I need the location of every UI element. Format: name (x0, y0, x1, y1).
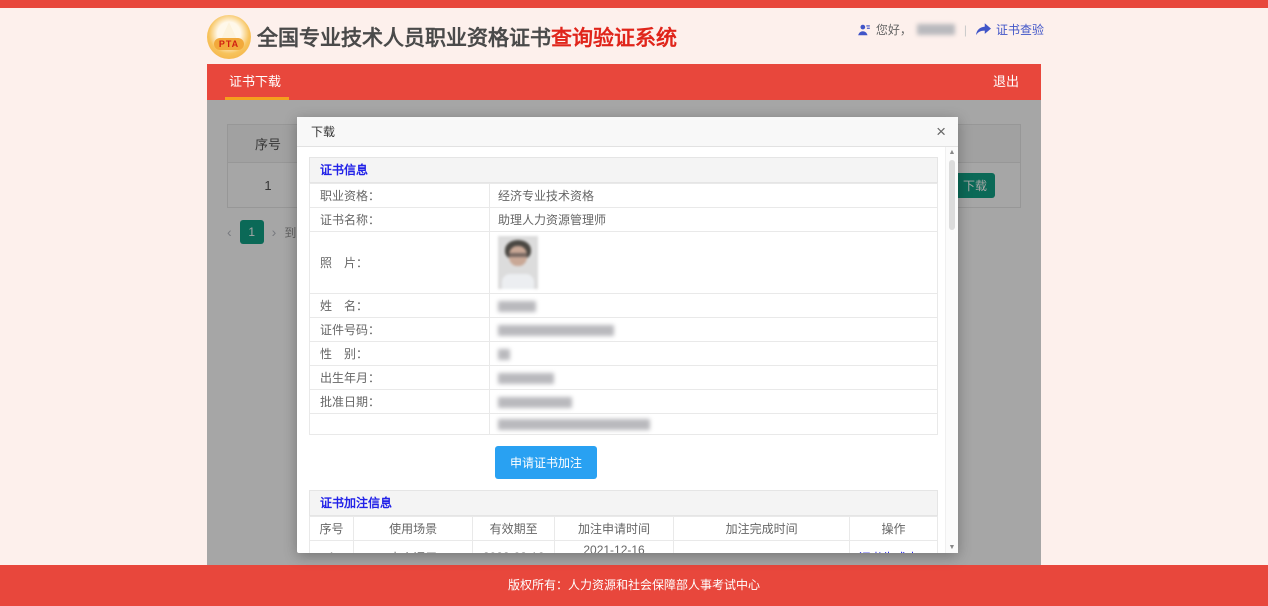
col-no: 序号 (310, 517, 354, 541)
col-scenario: 使用场景 (353, 517, 472, 541)
separator: | (964, 23, 967, 37)
field-label: 批准日期： (310, 390, 490, 414)
field-row-id-number: 证件号码： (310, 318, 938, 342)
main-navbar: 证书下载 退出 (207, 64, 1041, 100)
gender-value-redacted (498, 349, 510, 360)
site-title-accent: 查询验证系统 (551, 22, 677, 52)
anno-apply-time: 2021-12-16 10:53:02 (554, 541, 673, 554)
field-label: 姓 名： (310, 294, 490, 318)
top-accent-strip (0, 0, 1268, 8)
annotation-data-row: 1 本人调用 2022-03-16 2021-12-16 10:53:02 证书… (310, 541, 938, 554)
id-photo (498, 236, 538, 289)
apply-annotation-button[interactable]: 申请证书加注 (495, 446, 597, 479)
field-label: 性 别： (310, 342, 490, 366)
copyright-text: 版权所有：人力资源和社会保障部人事考试中心 (508, 578, 760, 592)
field-row-issuing-org (310, 414, 938, 435)
cert-generating-link[interactable]: 证书生成中... (850, 541, 938, 554)
scroll-up-icon[interactable]: ▲ (946, 149, 958, 156)
field-row-birth: 出生年月： (310, 366, 938, 390)
field-row-photo: 照 片： (310, 232, 938, 294)
logo-pta-text: PTA (214, 38, 244, 50)
annotation-section-title: 证书加注信息 (309, 490, 938, 516)
share-arrow-icon[interactable] (976, 23, 991, 36)
dialog-body: 证书信息 职业资格： 经济专业技术资格 证书名称： 助理人力资源管理师 照 片： (297, 147, 958, 553)
approval-date-value-redacted (498, 397, 572, 408)
tab-cert-download[interactable]: 证书下载 (207, 64, 303, 100)
scrollbar-thumb[interactable] (949, 160, 955, 230)
cert-info-section-title: 证书信息 (309, 157, 938, 183)
id-number-value-redacted (498, 325, 614, 336)
field-label: 出生年月： (310, 366, 490, 390)
field-value: 经济专业技术资格 (490, 184, 938, 208)
anno-scenario: 本人调用 (353, 541, 472, 554)
col-action: 操作 (850, 517, 938, 541)
col-apply-time: 加注申请时间 (554, 517, 673, 541)
name-value-redacted (498, 301, 536, 312)
annotation-header-row: 序号 使用场景 有效期至 加注申请时间 加注完成时间 操作 (310, 517, 938, 541)
field-value: 助理人力资源管理师 (490, 208, 938, 232)
field-row-name: 姓 名： (310, 294, 938, 318)
download-dialog: 下载 × 证书信息 职业资格： 经济专业技术资格 证书名称： 助理人力资源管理师… (297, 117, 958, 553)
cert-info-table: 职业资格： 经济专业技术资格 证书名称： 助理人力资源管理师 照 片： (309, 183, 938, 435)
field-label: 职业资格： (310, 184, 490, 208)
dialog-header: 下载 × (297, 117, 958, 147)
field-label: 照 片： (310, 232, 490, 294)
pta-logo-icon: PTA (207, 15, 251, 59)
col-valid-until: 有效期至 (473, 517, 555, 541)
site-title: 全国专业技术人员职业资格证书 (257, 22, 551, 52)
field-row-gender: 性 别： (310, 342, 938, 366)
user-bar: 您好， | 证书查验 (857, 21, 1044, 38)
anno-complete-time (674, 541, 850, 554)
anno-valid-until: 2022-03-16 (473, 541, 555, 554)
page-header: PTA 全国专业技术人员职业资格证书 查询验证系统 您好， | 证书查验 (0, 8, 1268, 64)
close-icon[interactable]: × (936, 117, 946, 147)
field-row-cert-name: 证书名称： 助理人力资源管理师 (310, 208, 938, 232)
page-footer: 版权所有：人力资源和社会保障部人事考试中心 (0, 565, 1268, 606)
user-icon (857, 23, 871, 37)
birth-value-redacted (498, 373, 554, 384)
issuing-org-value-redacted (498, 419, 650, 430)
anno-no: 1 (310, 541, 354, 554)
logout-button[interactable]: 退出 (971, 64, 1041, 100)
field-row-qualification: 职业资格： 经济专业技术资格 (310, 184, 938, 208)
col-complete-time: 加注完成时间 (674, 517, 850, 541)
dialog-scrollbar[interactable]: ▲ ▼ (945, 147, 958, 553)
field-row-approval-date: 批准日期： (310, 390, 938, 414)
tab-cert-download-label: 证书下载 (229, 74, 281, 89)
field-label: 证件号码： (310, 318, 490, 342)
greeting-text: 您好， (876, 21, 912, 38)
cert-check-link[interactable]: 证书查验 (996, 21, 1044, 38)
scroll-down-icon[interactable]: ▼ (946, 544, 958, 551)
field-label (310, 414, 490, 435)
username-redacted (917, 24, 955, 35)
field-label: 证书名称： (310, 208, 490, 232)
brand: PTA 全国专业技术人员职业资格证书 查询验证系统 (207, 15, 677, 59)
annotation-table: 序号 使用场景 有效期至 加注申请时间 加注完成时间 操作 1 本人调用 202… (309, 516, 938, 553)
dialog-title: 下载 (311, 117, 335, 147)
